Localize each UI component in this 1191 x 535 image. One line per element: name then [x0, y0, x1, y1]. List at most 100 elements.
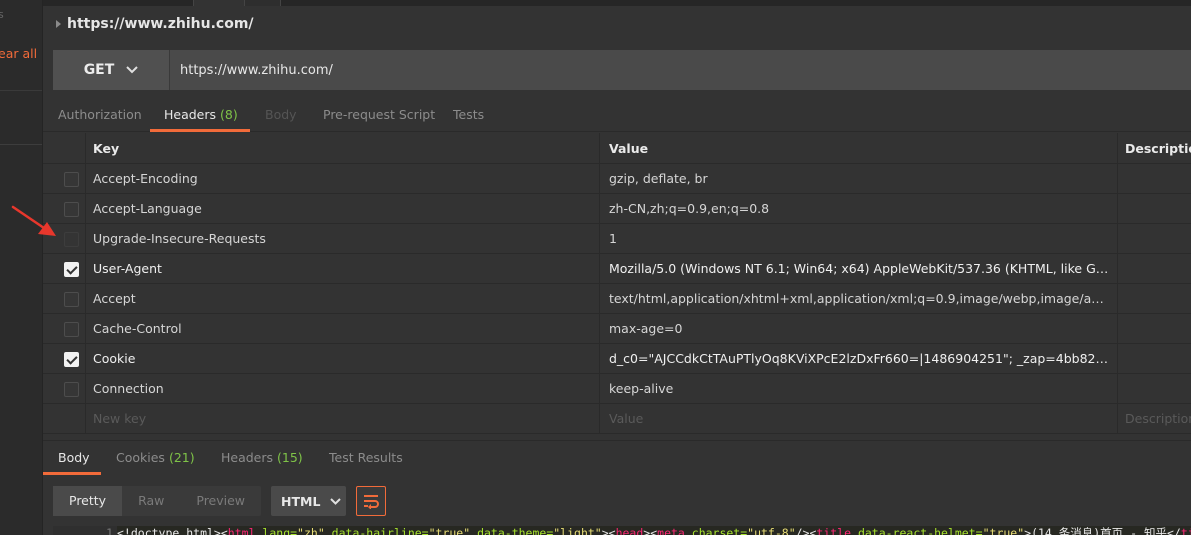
header-description[interactable]	[1118, 254, 1191, 284]
tab-tests[interactable]: Tests	[453, 98, 484, 132]
tab-cookies[interactable]: Cookies (21)	[116, 441, 195, 475]
tab-label: Test Results	[329, 450, 403, 465]
view-pretty-button[interactable]: Pretty	[53, 486, 123, 516]
request-tabs: Authorization Headers (8) Body Pre-reque…	[43, 98, 1191, 132]
view-preview-button[interactable]: Preview	[180, 486, 261, 516]
table-row[interactable]: Upgrade-Insecure-Requests 1	[43, 224, 1191, 254]
response-toolbar: Pretty Raw Preview HTML	[53, 486, 387, 516]
tab-count: (21)	[168, 450, 195, 465]
response-code-editor[interactable]: 1 <!doctype html><html lang="zh" data-hai…	[53, 526, 1191, 535]
header-value[interactable]: 1	[600, 224, 1118, 254]
tab-response-body[interactable]: Body	[58, 441, 90, 475]
method-label: GET	[83, 62, 115, 78]
header-value[interactable]: Mozilla/5.0 (Windows NT 6.1; Win64; x64)…	[600, 254, 1118, 284]
row-checkbox-checked[interactable]	[64, 262, 79, 277]
header-key[interactable]: Cookie	[86, 344, 600, 374]
header-description[interactable]	[1118, 164, 1191, 194]
row-check-cell	[43, 344, 86, 374]
chevron-down-icon	[126, 66, 139, 74]
format-label: HTML	[281, 493, 321, 509]
header-description[interactable]	[1118, 314, 1191, 344]
row-checkbox[interactable]	[64, 232, 79, 247]
row-checkbox[interactable]	[64, 382, 79, 397]
url-input[interactable]: https://www.zhihu.com/	[170, 50, 1191, 90]
new-key-input[interactable]: New key	[86, 404, 600, 434]
tab-count: (15)	[277, 450, 303, 465]
header-check-cell	[43, 133, 86, 164]
active-tab-indicator	[43, 472, 101, 475]
caret-right-icon[interactable]	[56, 20, 61, 28]
active-tab-indicator	[150, 129, 250, 132]
tab-test-results[interactable]: Test Results	[329, 441, 403, 475]
header-value[interactable]: max-age=0	[600, 314, 1118, 344]
row-check-cell	[43, 404, 86, 434]
url-bar: GET https://www.zhihu.com/	[53, 50, 1191, 90]
header-key[interactable]: User-Agent	[86, 254, 600, 284]
tab-label: Cookies	[116, 450, 165, 465]
new-header-row[interactable]: New key Value Description	[43, 404, 1191, 434]
row-check-cell	[43, 284, 86, 314]
tab-label: Tests	[453, 107, 485, 122]
table-header-row: Key Value Description	[43, 133, 1191, 164]
method-select[interactable]: GET	[53, 50, 170, 90]
tab-label: Headers	[221, 450, 274, 465]
table-row[interactable]: Cookie d_c0="AJCCdkCtTAuPTlyOq8KViXPcE2l…	[43, 344, 1191, 374]
sidebar: s ear all	[0, 0, 43, 535]
table-row[interactable]: Accept text/html,application/xhtml+xml,a…	[43, 284, 1191, 314]
header-description[interactable]	[1118, 224, 1191, 254]
row-checkbox[interactable]	[64, 202, 79, 217]
tab-body[interactable]: Body	[265, 98, 297, 132]
row-checkbox-checked[interactable]	[64, 352, 79, 367]
chevron-down-icon	[330, 497, 342, 505]
tab-label: Body	[58, 450, 90, 465]
header-key[interactable]: Accept-Language	[86, 194, 600, 224]
line-number: 1	[53, 526, 117, 535]
new-tab[interactable]	[245, 0, 281, 6]
tab-response-headers[interactable]: Headers (15)	[221, 441, 303, 475]
row-checkbox[interactable]	[64, 322, 79, 337]
header-key[interactable]: Accept-Encoding	[86, 164, 600, 194]
view-mode-group: Pretty Raw Preview	[53, 486, 262, 516]
tab-authorization[interactable]: Authorization	[58, 98, 142, 132]
request-name-text: https://www.zhihu.com/	[67, 16, 254, 32]
tab-headers[interactable]: Headers (8)	[164, 98, 238, 132]
request-tab[interactable]	[193, 0, 245, 6]
format-select[interactable]: HTML	[271, 486, 347, 516]
header-value[interactable]: gzip, deflate, br	[600, 164, 1118, 194]
history-panel: s ear all	[0, 0, 42, 145]
header-key[interactable]: Connection	[86, 374, 600, 404]
headers-table: Key Value Description Accept-Encoding gz…	[43, 133, 1191, 435]
header-value[interactable]: d_c0="AJCCdkCtTAuPTlyOq8KViXPcE2lzDxFr66…	[600, 344, 1118, 374]
header-description[interactable]	[1118, 284, 1191, 314]
wrap-lines-button[interactable]	[356, 486, 387, 516]
header-key[interactable]: Accept	[86, 284, 600, 314]
header-description[interactable]	[1118, 194, 1191, 224]
header-description[interactable]	[1118, 344, 1191, 374]
tab-label: Authorization	[58, 107, 142, 122]
header-value[interactable]: keep-alive	[600, 374, 1118, 404]
table-row[interactable]: Connection keep-alive	[43, 374, 1191, 404]
header-value[interactable]: zh-CN,zh;q=0.9,en;q=0.8	[600, 194, 1118, 224]
row-checkbox[interactable]	[64, 172, 79, 187]
table-row[interactable]: User-Agent Mozilla/5.0 (Windows NT 6.1; …	[43, 254, 1191, 284]
table-row[interactable]: Accept-Language zh-CN,zh;q=0.9,en;q=0.8	[43, 194, 1191, 224]
header-value[interactable]: text/html,application/xhtml+xml,applicat…	[600, 284, 1118, 314]
request-name[interactable]: https://www.zhihu.com/	[56, 16, 254, 32]
tab-pre-request-script[interactable]: Pre-request Script	[323, 98, 435, 132]
header-key[interactable]: Cache-Control	[86, 314, 600, 344]
sidebar-divider	[0, 90, 42, 91]
table-row[interactable]: Cache-Control max-age=0	[43, 314, 1191, 344]
tab-label: Pre-request Script	[323, 107, 436, 122]
header-description[interactable]	[1118, 374, 1191, 404]
column-header-description: Description	[1125, 141, 1191, 156]
row-check-cell	[43, 164, 86, 194]
response-tabs: Body Cookies (21) Headers (15) Test Resu…	[43, 440, 1191, 475]
tab-count: (8)	[220, 107, 238, 122]
new-description-input[interactable]: Description	[1118, 404, 1191, 434]
new-value-input[interactable]: Value	[600, 404, 1118, 434]
header-key[interactable]: Upgrade-Insecure-Requests	[86, 224, 600, 254]
row-checkbox[interactable]	[64, 292, 79, 307]
clear-all-link[interactable]: ear all	[0, 46, 37, 61]
view-raw-button[interactable]: Raw	[122, 486, 180, 516]
table-row[interactable]: Accept-Encoding gzip, deflate, br	[43, 164, 1191, 194]
